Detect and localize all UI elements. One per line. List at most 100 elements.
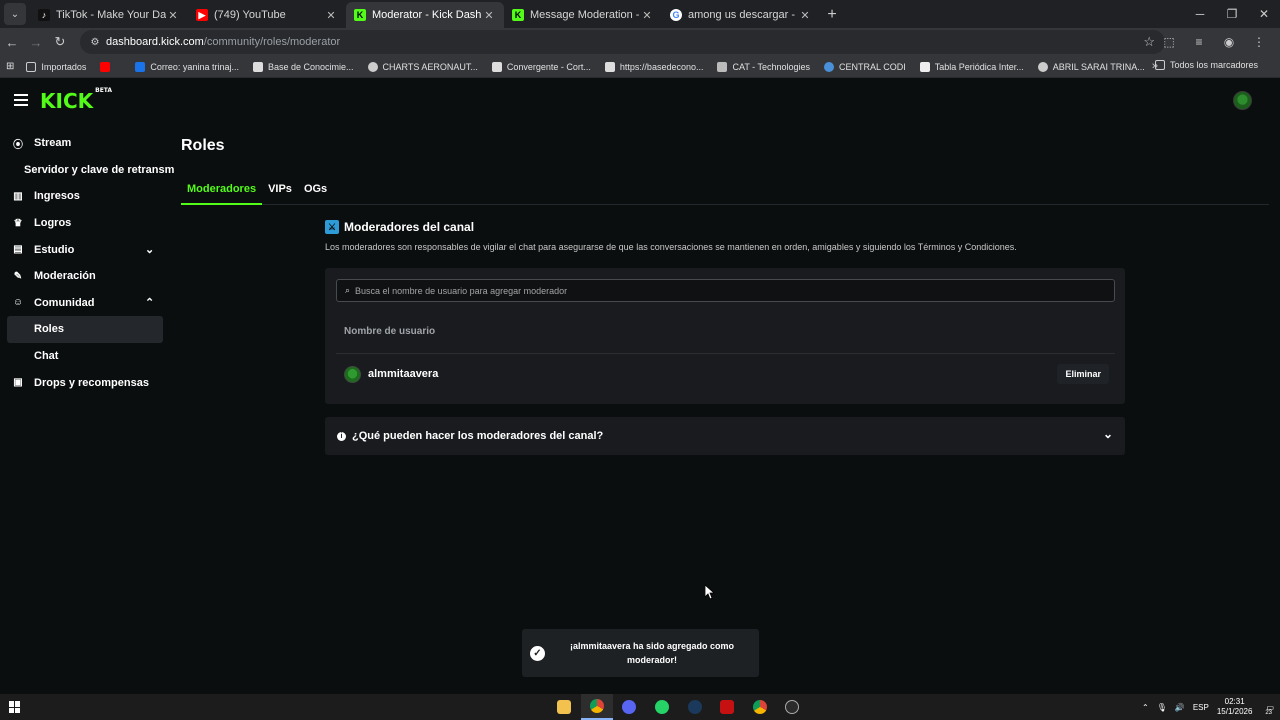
sidebar-item-roles[interactable]: Roles <box>7 316 163 343</box>
moderators-card: ⌕ Busca el nombre de usuario para agrega… <box>325 268 1125 404</box>
minimize-icon[interactable]: ─ <box>1184 0 1216 28</box>
bookmark-item[interactable]: CENTRAL CODI <box>824 61 906 72</box>
close-tab-icon[interactable]: ✕ <box>482 9 496 22</box>
discord-icon[interactable] <box>613 694 646 720</box>
bookmark-item[interactable]: https://basedecono... <box>604 61 703 72</box>
steam-icon[interactable] <box>678 694 711 720</box>
sidebar-item-drops[interactable]: ▣ Drops y recompensas <box>0 369 170 396</box>
mouse-cursor <box>705 585 715 600</box>
site-info-icon[interactable]: ⚙ <box>88 30 102 54</box>
among-us-icon[interactable] <box>711 694 744 720</box>
window-controls: ─ ❐ ✕ <box>1184 0 1280 28</box>
browser-tab-google[interactable]: G among us descargar - Buscar c ✕ <box>662 2 820 28</box>
url-host: dashboard.kick.com <box>106 36 204 48</box>
youtube-icon: ▶ <box>196 9 208 21</box>
sidebar-item-logros[interactable]: ♛ Logros <box>0 210 170 237</box>
tiktok-icon: ♪ <box>38 9 50 21</box>
bookmark-item[interactable]: Correo: yanina trinaj... <box>135 61 239 72</box>
close-window-icon[interactable]: ✕ <box>1248 0 1280 28</box>
info-icon: i <box>337 431 346 441</box>
folder-icon <box>1154 60 1165 70</box>
beta-badge: BETA <box>95 87 113 95</box>
chevron-down-icon: ⌄ <box>145 244 155 257</box>
browser-tab-kick-message[interactable]: K Message Moderation - Kick Da ✕ <box>504 2 662 28</box>
sidebar-item-comunidad[interactable]: ☺ Comunidad ⌃ <box>0 290 170 317</box>
remove-moderator-button[interactable]: Eliminar <box>1057 364 1109 384</box>
tab-vips[interactable]: VIPs <box>262 180 298 205</box>
notification-icon[interactable]: ▭ 23 <box>1265 703 1274 716</box>
chrome-icon[interactable] <box>580 694 614 720</box>
maximize-icon[interactable]: ❐ <box>1216 0 1248 28</box>
sidebar-item-stream[interactable]: ⦿ Stream <box>0 130 170 157</box>
moderator-search-input[interactable]: ⌕ Busca el nombre de usuario para agrega… <box>336 279 1115 302</box>
tab-ogs[interactable]: OGs <box>298 180 333 205</box>
close-tab-icon[interactable]: ✕ <box>324 9 338 22</box>
microphone-icon[interactable]: 🎙 <box>1157 703 1167 712</box>
obs-icon[interactable] <box>776 694 809 720</box>
apps-icon[interactable]: ⊞ <box>6 61 14 72</box>
sidebar-item-estudio[interactable]: ▤ Estudio ⌄ <box>0 236 170 263</box>
bookmark-item[interactable]: ABRIL SARAI TRINA... <box>1037 61 1145 72</box>
studio-icon: ▤ <box>13 244 23 256</box>
close-tab-icon[interactable]: ✕ <box>640 9 654 22</box>
url-path: /community/roles/moderator <box>203 36 341 48</box>
volume-icon[interactable]: 🔊 <box>1175 703 1185 712</box>
url-field[interactable]: ⚙ dashboard.kick.com /community/roles/mo… <box>80 30 1165 54</box>
media-icon[interactable]: ≡ <box>1184 30 1214 54</box>
chevron-down-icon: ⌄ <box>1102 427 1113 441</box>
kick-header: KICK BETA <box>0 78 1280 122</box>
chrome-icon[interactable] <box>744 694 777 720</box>
bookmark-item[interactable]: Base de Conocimie... <box>252 61 354 72</box>
bookmark-item[interactable]: CHARTS AERONAUT... <box>367 61 478 72</box>
close-tab-icon[interactable]: ✕ <box>166 9 180 22</box>
moderator-username[interactable]: almmitaavera <box>368 368 438 380</box>
sidebar-item-server-key[interactable]: Servidor y clave de retransm <box>0 157 174 184</box>
bookmark-item[interactable]: Convergente - Cort... <box>491 61 591 72</box>
mail-icon <box>135 61 146 72</box>
new-tab-button[interactable]: + <box>820 2 844 28</box>
address-bar: ← → ↻ ⚙ dashboard.kick.com /community/ro… <box>0 28 1280 56</box>
globe-icon <box>1037 61 1048 72</box>
kick-logo[interactable]: KICK BETA <box>40 87 113 113</box>
windows-start-icon[interactable] <box>9 701 21 713</box>
clock[interactable]: 02:31 15/1/2026 <box>1217 697 1253 717</box>
kick-icon: K <box>354 9 366 21</box>
browser-tab-youtube[interactable]: ▶ (749) YouTube ✕ <box>188 2 346 28</box>
bookmark-folder[interactable]: Importados <box>26 61 86 72</box>
chevron-up-icon[interactable]: ⌃ <box>1142 703 1149 712</box>
bookmark-item[interactable]: CAT - Technologies <box>717 61 810 72</box>
moderator-row: almmitaavera Eliminar <box>344 364 1109 384</box>
globe-icon <box>824 61 835 72</box>
bookmark-item[interactable] <box>100 61 121 72</box>
close-tab-icon[interactable]: ✕ <box>798 9 812 22</box>
browser-tab-tiktok[interactable]: ♪ TikTok - Make Your Day ✕ <box>30 2 188 28</box>
chevron-up-icon: ⌃ <box>145 297 155 310</box>
globe-icon <box>367 61 378 72</box>
browser-menu-icon[interactable]: ⋮ <box>1244 30 1274 54</box>
section-description: Los moderadores son responsables de vigi… <box>325 242 1017 252</box>
community-icon: ☺ <box>12 297 24 309</box>
forward-icon[interactable]: → <box>24 30 48 54</box>
chart-icon: ▥ <box>13 190 23 202</box>
file-explorer-icon[interactable] <box>548 694 581 720</box>
language-indicator[interactable]: ESP <box>1193 703 1209 712</box>
sidebar: ⦿ Stream Servidor y clave de retransm ▥ … <box>0 130 174 396</box>
tab-search-icon[interactable]: ⌄ <box>4 3 26 25</box>
browser-tab-kick-moderator[interactable]: K Moderator - Kick Dashboard ✕ <box>346 2 504 28</box>
whatsapp-icon[interactable] <box>646 694 679 720</box>
faq-accordion[interactable]: i ¿Qué pueden hacer los moderadores del … <box>325 417 1125 455</box>
sidebar-item-ingresos[interactable]: ▥ Ingresos <box>0 183 170 210</box>
back-icon[interactable]: ← <box>0 30 24 54</box>
sidebar-item-chat[interactable]: Chat <box>0 343 170 370</box>
extensions-icon[interactable]: ⬚ <box>1154 30 1184 54</box>
profile-icon[interactable]: ◉ <box>1214 30 1244 54</box>
user-avatar[interactable] <box>1233 91 1252 110</box>
bookmark-item[interactable]: Tabla Periódica Inter... <box>919 61 1024 72</box>
bookmarks-bar: ⊞ Importados Correo: yanina trinaj... Ba… <box>0 56 1280 78</box>
all-bookmarks[interactable]: Todos los marcadores <box>1154 60 1258 70</box>
sidebar-item-moderacion[interactable]: ✎ Moderación <box>0 263 170 290</box>
menu-icon[interactable] <box>14 94 28 106</box>
google-icon: G <box>670 9 682 21</box>
reload-icon[interactable]: ↻ <box>48 30 72 54</box>
tab-moderadores[interactable]: Moderadores <box>181 180 263 205</box>
